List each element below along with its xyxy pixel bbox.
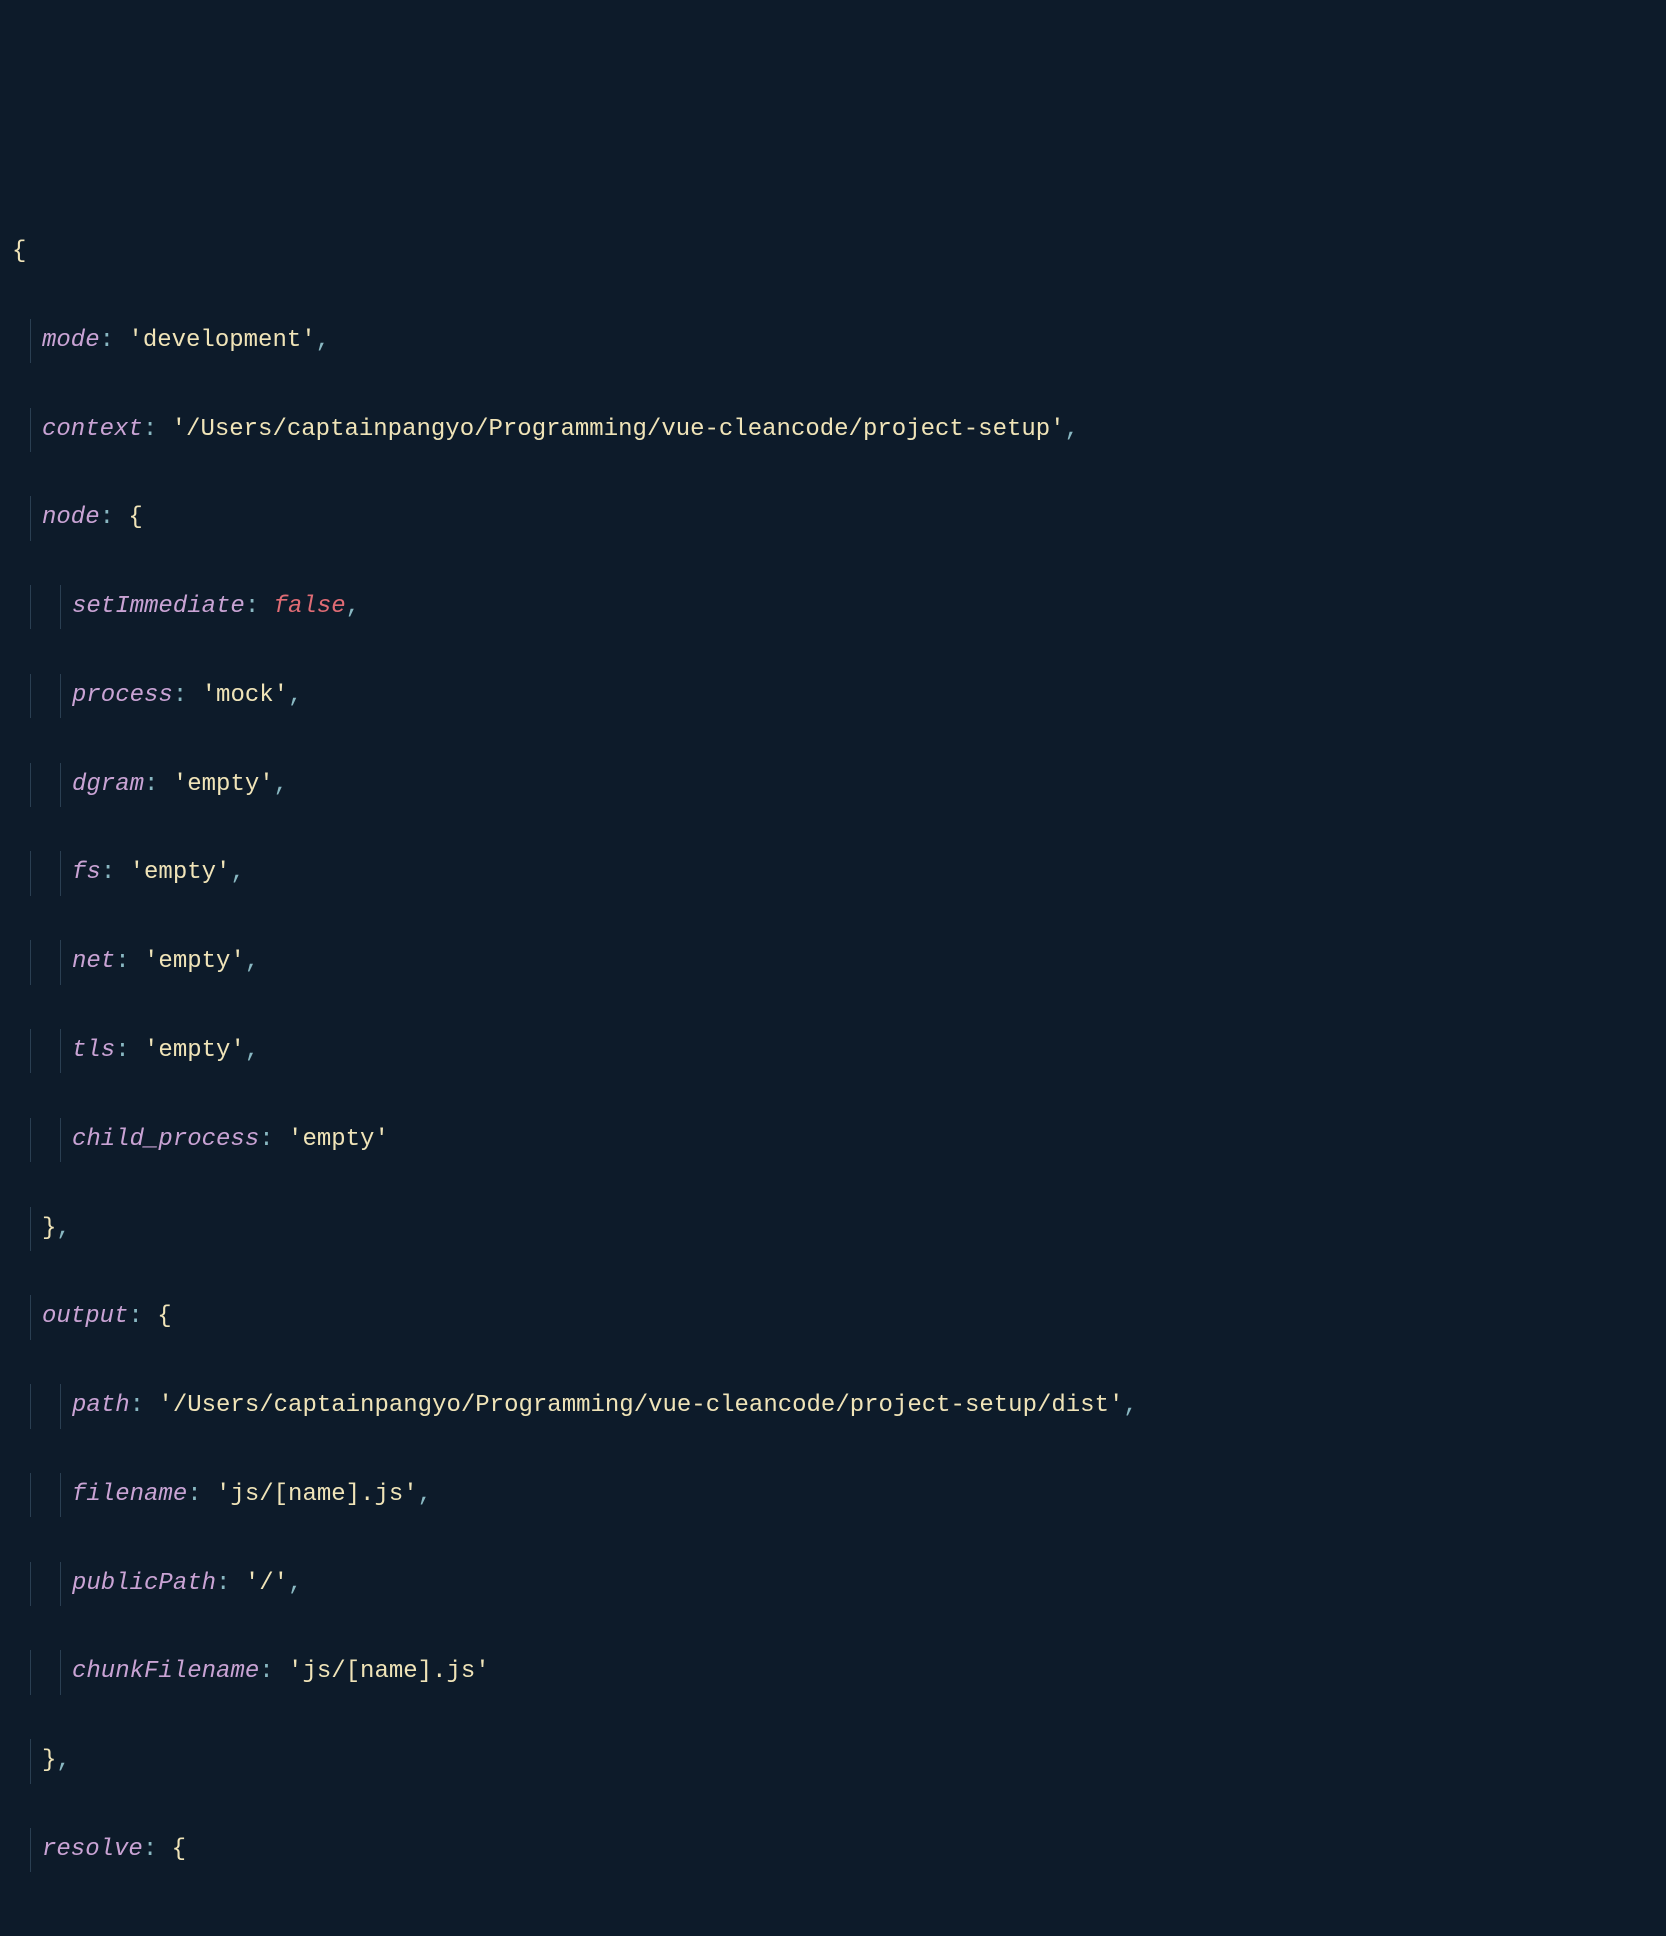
string-value: 'empty' [173,771,274,798]
property-key: net [72,948,115,975]
property-key: dgram [72,771,144,798]
string-value: '/' [245,1570,288,1597]
string-value: 'empty' [144,1037,245,1064]
code-line: }, [0,1207,1666,1251]
code-line: net: 'empty', [0,940,1666,984]
property-key: chunkFilename [72,1658,259,1685]
code-line: node: { [0,496,1666,540]
property-key: tls [72,1037,115,1064]
code-line: path: '/Users/captainpangyo/Programming/… [0,1384,1666,1428]
code-editor[interactable]: { mode: 'development', context: '/Users/… [0,186,1666,1917]
open-brace: { [172,1836,186,1863]
property-key: process [72,682,173,709]
property-key: filename [72,1481,187,1508]
string-value: 'development' [128,327,315,354]
property-key: node [42,504,100,531]
close-brace: } [42,1215,56,1242]
code-line: { [0,230,1666,274]
property-key: mode [42,327,100,354]
code-line: resolve: { [0,1828,1666,1872]
property-key: publicPath [72,1570,216,1597]
code-line: chunkFilename: 'js/[name].js' [0,1650,1666,1694]
code-line: setImmediate: false, [0,585,1666,629]
code-line: }, [0,1739,1666,1783]
property-key: context [42,416,143,443]
string-value: 'js/[name].js' [288,1658,490,1685]
boolean-value: false [274,593,346,620]
string-value: 'js/[name].js' [216,1481,418,1508]
open-brace: { [12,238,26,265]
code-line: dgram: 'empty', [0,763,1666,807]
property-key: child_process [72,1126,259,1153]
string-value: 'empty' [130,859,231,886]
code-line: output: { [0,1295,1666,1339]
open-brace: { [157,1303,171,1330]
string-value: 'empty' [288,1126,389,1153]
code-line: mode: 'development', [0,319,1666,363]
string-value: '/Users/captainpangyo/Programming/vue-cl… [158,1392,1123,1419]
property-key: path [72,1392,130,1419]
close-brace: } [42,1747,56,1774]
property-key: output [42,1303,128,1330]
property-key: resolve [42,1836,143,1863]
code-line: child_process: 'empty' [0,1118,1666,1162]
open-brace: { [128,504,142,531]
code-line: process: 'mock', [0,674,1666,718]
property-key: fs [72,859,101,886]
property-key: setImmediate [72,593,245,620]
code-line: publicPath: '/', [0,1562,1666,1606]
code-line: tls: 'empty', [0,1029,1666,1073]
code-line: fs: 'empty', [0,851,1666,895]
code-line: context: '/Users/captainpangyo/Programmi… [0,408,1666,452]
code-line: filename: 'js/[name].js', [0,1473,1666,1517]
string-value: 'mock' [202,682,288,709]
string-value: 'empty' [144,948,245,975]
string-value: '/Users/captainpangyo/Programming/vue-cl… [172,416,1065,443]
